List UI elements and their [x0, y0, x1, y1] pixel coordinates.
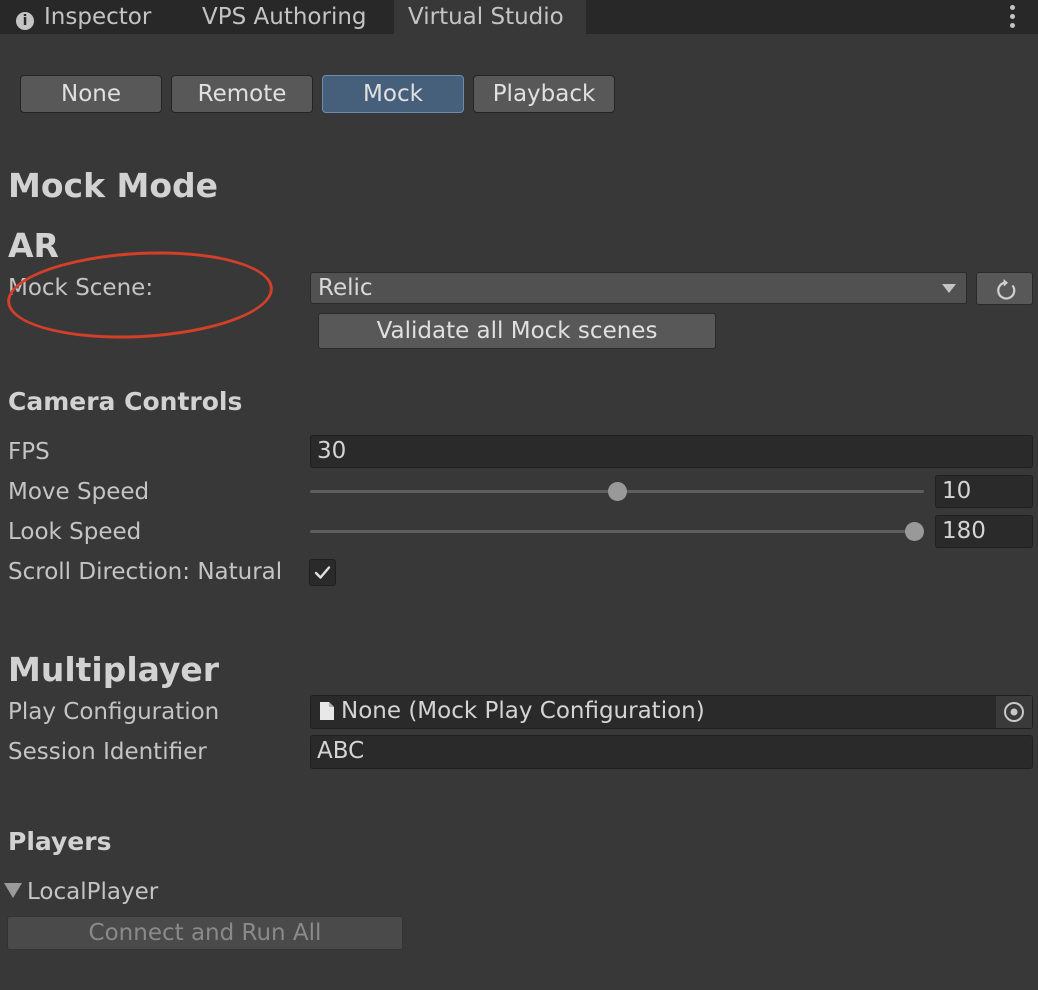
camera-controls-heading: Camera Controls [8, 387, 243, 416]
fps-label: FPS [8, 439, 50, 465]
local-player-label: LocalPlayer [27, 879, 159, 905]
more-options-icon[interactable] [1003, 2, 1023, 32]
connect-and-run-all-button[interactable]: Connect and Run All [7, 916, 403, 950]
mode-remote-button[interactable]: Remote [171, 75, 313, 113]
tab-vps-authoring-label: VPS Authoring [202, 4, 367, 30]
play-configuration-field[interactable]: None (Mock Play Configuration) [310, 695, 1033, 729]
move-speed-label: Move Speed [8, 479, 150, 505]
fps-field[interactable]: 30 [310, 435, 1033, 468]
mock-mode-heading: Mock Mode [8, 166, 219, 205]
refresh-icon [997, 279, 1016, 300]
tab-bar: i Inspector VPS Authoring Virtual Studio [0, 0, 1038, 34]
session-identifier-label: Session Identifier [8, 739, 207, 765]
info-icon: i [16, 12, 34, 30]
look-speed-slider-handle[interactable] [905, 522, 924, 541]
scroll-direction-checkbox[interactable] [309, 559, 336, 586]
chevron-down-icon [942, 284, 956, 293]
scroll-direction-label: Scroll Direction: Natural [8, 559, 283, 585]
mock-scene-value: Relic [318, 275, 373, 301]
play-configuration-value: None (Mock Play Configuration) [341, 698, 705, 724]
check-icon [314, 566, 331, 579]
move-speed-slider-handle[interactable] [607, 482, 627, 501]
tab-inspector[interactable]: i Inspector [0, 0, 176, 34]
move-speed-field[interactable]: 10 [935, 475, 1033, 508]
mode-none-button[interactable]: None [20, 75, 162, 113]
mode-mock-button[interactable]: Mock [322, 75, 464, 113]
file-icon [320, 702, 334, 720]
tab-virtual-studio-label: Virtual Studio [408, 4, 564, 30]
mode-playback-button[interactable]: Playback [473, 75, 615, 113]
tab-vps-authoring[interactable]: VPS Authoring [176, 0, 394, 34]
triangle-down-icon [4, 883, 22, 898]
ar-heading: AR [8, 226, 59, 265]
play-configuration-label: Play Configuration [8, 699, 220, 725]
mock-scene-dropdown[interactable]: Relic [310, 272, 967, 304]
tab-virtual-studio[interactable]: Virtual Studio [394, 0, 586, 34]
tab-inspector-label: Inspector [44, 4, 152, 30]
refresh-button[interactable] [976, 272, 1033, 305]
object-picker-icon[interactable] [996, 696, 1032, 728]
look-speed-slider[interactable] [310, 522, 924, 541]
session-identifier-field[interactable]: ABC [310, 735, 1033, 769]
local-player-foldout[interactable]: LocalPlayer [4, 879, 158, 905]
look-speed-field[interactable]: 180 [935, 515, 1033, 548]
look-speed-label: Look Speed [8, 519, 142, 545]
players-heading: Players [8, 827, 112, 856]
validate-mock-scenes-button[interactable]: Validate all Mock scenes [318, 313, 716, 349]
move-speed-slider[interactable] [310, 482, 924, 501]
multiplayer-heading: Multiplayer [8, 650, 220, 689]
